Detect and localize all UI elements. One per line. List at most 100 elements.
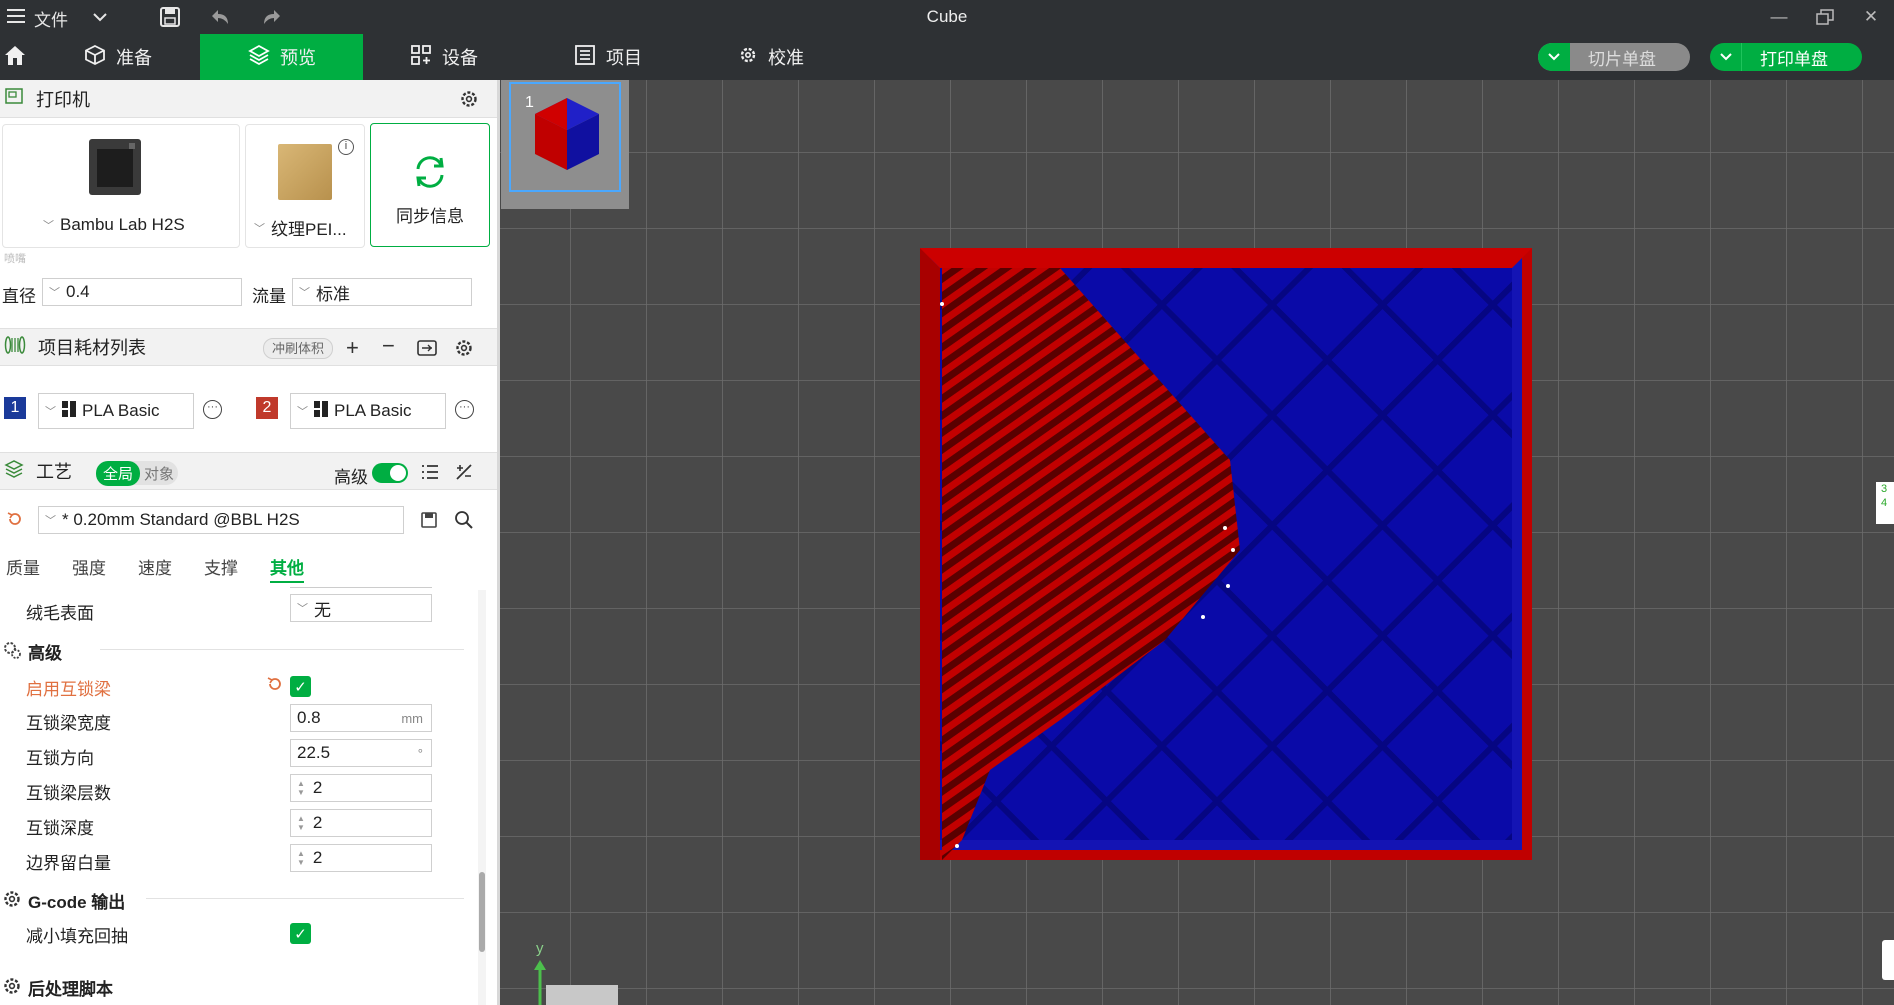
plate-card[interactable]: i ﹀ 纹理PEI...	[245, 124, 365, 248]
minimize-icon[interactable]: —	[1756, 0, 1802, 34]
close-icon[interactable]: ✕	[1848, 0, 1894, 34]
compare-icon[interactable]	[454, 462, 474, 487]
window-title: Cube	[926, 7, 968, 26]
gear-icon	[2, 976, 22, 1001]
gear-icon	[738, 45, 758, 70]
subtab-quality[interactable]: 质量	[6, 554, 40, 579]
filament-2-index[interactable]: 2	[256, 397, 278, 419]
chevron-down-icon: ﹀	[299, 287, 310, 299]
tab-preview[interactable]: 预览	[200, 34, 363, 80]
axis-origin-box	[546, 985, 618, 1005]
post-processing-group-title: 后处理脚本	[28, 980, 113, 999]
3d-preview-viewport[interactable]: 1 y 3 4	[500, 80, 1894, 1005]
interlock-layers-stepper[interactable]: ▲ ▼ 2	[290, 774, 432, 802]
tab-device[interactable]: 设备	[410, 34, 520, 80]
gear-icon	[2, 889, 22, 914]
left-sidebar: 打印机 ﹀ Bambu Lab H2S i ﹀ 纹理PEI... 同步信息 喷嘴…	[0, 80, 497, 1005]
build-plate-grid	[500, 80, 1894, 1005]
toggle-object[interactable]: 对象	[140, 463, 174, 484]
process-section-title: 工艺	[36, 462, 72, 482]
info-icon[interactable]: i	[338, 139, 354, 155]
subtab-other[interactable]: 其他	[270, 554, 304, 583]
cube-thumbnail-icon	[535, 98, 599, 170]
chevron-down-icon: ﹀	[45, 406, 56, 418]
printer-section-header: 打印机	[0, 80, 497, 118]
reduce-infill-retraction-checkbox[interactable]: ✓	[290, 923, 311, 944]
title-bar: 文件 Cube — ✕	[0, 0, 1894, 34]
plate-thumbnail	[278, 144, 332, 200]
list-view-icon[interactable]	[420, 462, 440, 487]
settings-scrollbar-thumb[interactable]	[479, 872, 485, 952]
gcode-output-group-title: G-code 输出	[28, 893, 126, 912]
process-preset-select[interactable]: ﹀ * 0.20mm Standard @BBL H2S	[38, 506, 404, 534]
y-axis-label: y	[536, 940, 544, 957]
chevron-down-icon: ﹀	[297, 406, 308, 418]
search-icon[interactable]	[454, 510, 474, 535]
settings-scrollbar-track[interactable]	[478, 590, 486, 1005]
printer-card[interactable]: ﹀ Bambu Lab H2S	[2, 124, 240, 248]
layer-slider-labels[interactable]: 3 4	[1876, 482, 1894, 524]
print-dropdown-icon[interactable]	[1710, 43, 1742, 71]
interlock-direction-input[interactable]: 22.5 °	[290, 739, 432, 767]
interlock-enable-checkbox[interactable]: ✓	[290, 676, 311, 697]
add-filament-icon[interactable]: +	[346, 335, 359, 361]
printer-settings-icon[interactable]	[459, 89, 479, 114]
more-options-icon[interactable]: ···	[203, 400, 222, 419]
tab-calibration[interactable]: 校准	[738, 34, 838, 80]
layers-icon	[248, 44, 270, 71]
interlock-enable-label: 启用互锁梁	[26, 680, 111, 699]
slice-plate-button[interactable]: 切片单盘	[1538, 43, 1690, 71]
subtab-speed[interactable]: 速度	[138, 554, 172, 579]
interlock-width-label: 互锁梁宽度	[26, 714, 111, 733]
flow-label: 流量	[252, 287, 286, 306]
flush-volume-button[interactable]: 冲刷体积	[263, 338, 334, 359]
tab-project[interactable]: 项目	[574, 34, 674, 80]
remove-filament-icon[interactable]: −	[382, 333, 395, 359]
tab-prepare[interactable]: 准备	[84, 34, 204, 80]
save-preset-icon[interactable]	[420, 511, 438, 534]
filament-sync-icon[interactable]	[416, 338, 438, 363]
sync-label: 同步信息	[396, 207, 464, 226]
plate-selector[interactable]: 1	[501, 80, 629, 209]
printer-icon	[4, 86, 24, 111]
sync-icon	[411, 154, 449, 195]
advanced-switch[interactable]	[372, 463, 408, 483]
interlock-width-input[interactable]: 0.8 mm	[290, 704, 432, 732]
printer-thumbnail	[89, 139, 141, 195]
reset-preset-icon[interactable]	[6, 510, 24, 533]
horizontal-slider-handle[interactable]	[1882, 940, 1894, 980]
print-plate-button[interactable]: 打印单盘	[1710, 43, 1862, 71]
subtab-support[interactable]: 支撑	[204, 554, 238, 579]
sync-info-button[interactable]: 同步信息	[370, 123, 490, 247]
global-object-toggle[interactable]: 全局 对象	[96, 460, 178, 486]
flow-select[interactable]: ﹀ 标准	[292, 278, 472, 306]
slice-dropdown-icon[interactable]	[1538, 43, 1570, 71]
diameter-select[interactable]: ﹀ 0.4	[42, 278, 242, 306]
boundary-avoidance-stepper[interactable]: ▲ ▼ 2	[290, 844, 432, 872]
toggle-global[interactable]: 全局	[96, 460, 141, 486]
diameter-label: 直径	[2, 287, 36, 306]
subtab-strength[interactable]: 强度	[72, 554, 106, 579]
reset-value-icon[interactable]	[266, 675, 284, 698]
more-options-icon[interactable]: ···	[455, 400, 474, 419]
advanced-label: 高级	[334, 468, 368, 487]
spin-arrows-icon[interactable]: ▲ ▼	[297, 779, 305, 797]
filament-settings-icon[interactable]	[454, 338, 474, 363]
filament-section-header: 项目耗材列表 冲刷体积 + −	[0, 328, 497, 366]
plate-thumbnail-selected[interactable]: 1	[509, 82, 621, 192]
fuzzy-skin-select[interactable]: ﹀ 无	[290, 594, 432, 622]
filament-1-index[interactable]: 1	[4, 397, 26, 419]
home-icon	[3, 44, 27, 71]
filament-2-select[interactable]: ﹀ PLA Basic	[290, 393, 446, 429]
home-button[interactable]	[0, 34, 30, 80]
chevron-down-icon: ﹀	[43, 220, 54, 232]
printer-name: Bambu Lab H2S	[60, 215, 185, 234]
filament-1-select[interactable]: ﹀ PLA Basic	[38, 393, 194, 429]
window-controls: — ✕	[1756, 0, 1894, 34]
spin-arrows-icon[interactable]: ▲ ▼	[297, 814, 305, 832]
process-subtabs: 质量 强度 速度 支撑 其他	[0, 550, 497, 583]
restore-icon[interactable]	[1802, 0, 1848, 34]
spin-arrows-icon[interactable]: ▲ ▼	[297, 849, 305, 867]
interlock-depth-stepper[interactable]: ▲ ▼ 2	[290, 809, 432, 837]
interlock-depth-label: 互锁深度	[26, 819, 94, 838]
